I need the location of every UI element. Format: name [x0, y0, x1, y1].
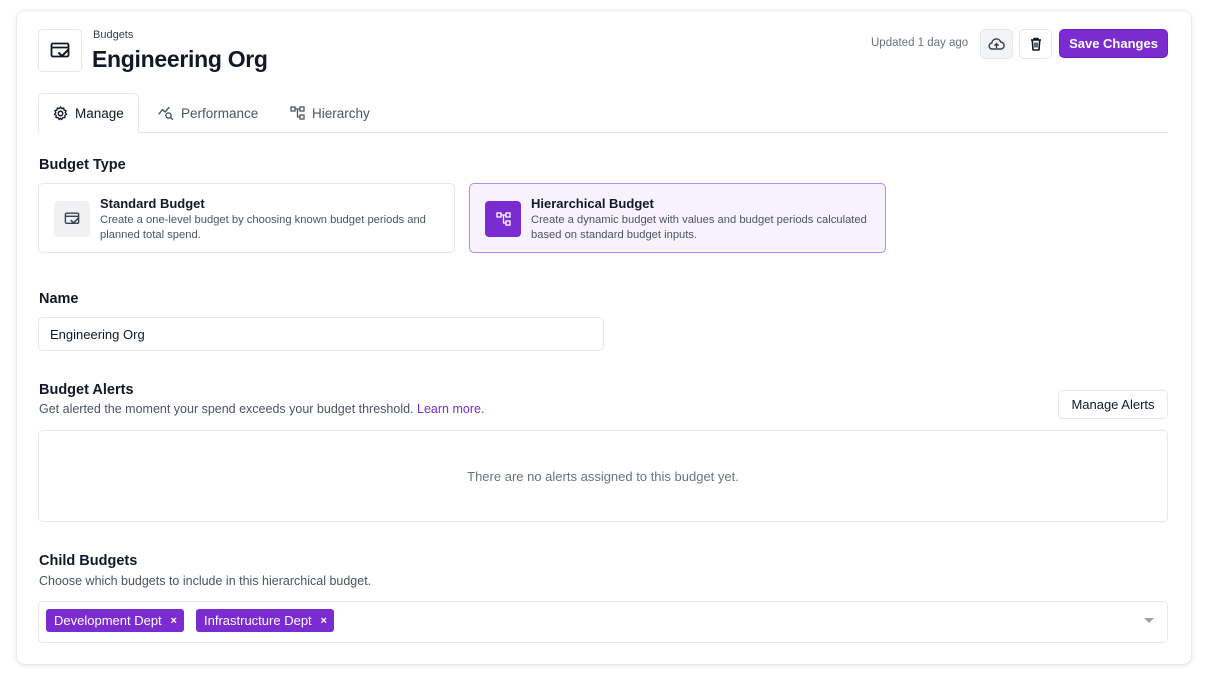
save-button[interactable]: Save Changes: [1059, 29, 1168, 58]
chevron-down-icon[interactable]: [1144, 618, 1154, 623]
hierarchical-budget-name: Hierarchical Budget: [531, 196, 654, 211]
cloud-sync-button[interactable]: [980, 29, 1013, 59]
budget-editor-card: Budgets Engineering Org Updated 1 day ag…: [17, 11, 1191, 664]
page-title: Engineering Org: [92, 46, 268, 72]
standard-budget-icon-box: [54, 201, 90, 237]
standard-budget-name: Standard Budget: [100, 196, 205, 211]
budget-check-icon: [64, 212, 80, 224]
manage-alerts-button[interactable]: Manage Alerts: [1058, 390, 1168, 419]
cloud-icon: [988, 38, 1005, 50]
tab-manage[interactable]: Manage: [38, 93, 139, 133]
tab-manage-label: Manage: [75, 105, 124, 121]
budget-check-icon: [50, 42, 70, 57]
child-budgets-heading: Child Budgets: [39, 553, 138, 569]
tag-infrastructure-dept: Infrastructure Dept ×: [196, 609, 334, 632]
tab-performance-label: Performance: [181, 105, 259, 121]
tag-label: Infrastructure Dept: [204, 613, 312, 628]
hierarchical-budget-icon-box: [485, 201, 521, 237]
alerts-empty-state: There are no alerts assigned to this bud…: [38, 430, 1168, 522]
gear-icon: [53, 105, 68, 120]
name-input[interactable]: [38, 317, 604, 351]
budget-alerts-desc-text: Get alerted the moment your spend exceed…: [39, 402, 414, 416]
breadcrumb[interactable]: Budgets: [93, 29, 133, 41]
child-budgets-select[interactable]: Development Dept × Infrastructure Dept ×: [38, 601, 1168, 643]
child-budgets-desc: Choose which budgets to include in this …: [39, 574, 372, 588]
hierarchy-icon: [290, 106, 305, 120]
delete-button[interactable]: [1019, 29, 1052, 59]
budget-alerts-heading: Budget Alerts: [39, 382, 134, 398]
trash-icon: [1030, 37, 1041, 51]
remove-tag-icon[interactable]: ×: [314, 615, 334, 627]
standard-budget-option[interactable]: Standard Budget Create a one-level budge…: [38, 183, 455, 253]
budget-type-heading: Budget Type: [39, 157, 126, 173]
tab-hierarchy[interactable]: Hierarchy: [276, 93, 384, 133]
updated-timestamp: Updated 1 day ago: [871, 37, 969, 49]
remove-tag-icon[interactable]: ×: [164, 615, 184, 627]
budget-alerts-desc: Get alerted the moment your spend exceed…: [39, 402, 484, 416]
tab-hierarchy-label: Hierarchy: [312, 105, 370, 121]
hierarchical-budget-option[interactable]: Hierarchical Budget Create a dynamic bud…: [469, 183, 886, 253]
tag-label: Development Dept: [54, 613, 162, 628]
standard-budget-desc: Create a one-level budget by choosing kn…: [100, 214, 426, 241]
hierarchy-icon: [495, 212, 511, 226]
tag-development-dept: Development Dept ×: [46, 609, 184, 632]
performance-icon: [158, 106, 174, 120]
learn-more-link[interactable]: Learn more.: [417, 402, 484, 416]
name-label: Name: [39, 291, 79, 307]
budget-logo: [38, 29, 82, 72]
tab-performance[interactable]: Performance: [144, 93, 272, 133]
hierarchical-budget-desc: Create a dynamic budget with values and …: [531, 214, 867, 241]
